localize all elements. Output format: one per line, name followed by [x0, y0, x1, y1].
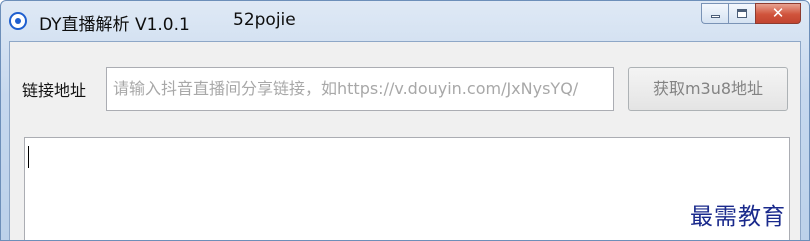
url-input[interactable]: 请输入抖音直播间分享链接，如https://v.douyin.com/JxNys… — [106, 67, 614, 111]
minimize-button[interactable] — [701, 3, 728, 24]
app-icon — [9, 12, 27, 30]
app-window: DY直播解析 V1.0.1 52pojie ✕ 链接地址 请输入抖音直播间分享链… — [0, 0, 810, 241]
minimize-icon — [711, 15, 720, 18]
watermark-text: 最需教育 — [690, 204, 786, 230]
client-area: 链接地址 请输入抖音直播间分享链接，如https://v.douyin.com/… — [9, 41, 801, 240]
close-button[interactable]: ✕ — [755, 3, 801, 24]
url-label: 链接地址 — [22, 81, 87, 100]
maximize-button[interactable] — [728, 3, 755, 24]
window-title: DY直播解析 V1.0.1 — [39, 15, 190, 35]
url-placeholder: 请输入抖音直播间分享链接，如https://v.douyin.com/JxNys… — [113, 79, 579, 98]
window-title-extra: 52pojie — [233, 10, 296, 30]
get-m3u8-button[interactable]: 获取m3u8地址 — [628, 67, 788, 111]
maximize-icon — [737, 9, 747, 18]
text-caret — [28, 146, 29, 168]
output-textarea[interactable] — [24, 137, 790, 240]
window-controls: ✕ — [701, 3, 801, 25]
close-icon: ✕ — [771, 4, 785, 22]
title-bar[interactable]: DY直播解析 V1.0.1 52pojie ✕ — [1, 1, 809, 41]
